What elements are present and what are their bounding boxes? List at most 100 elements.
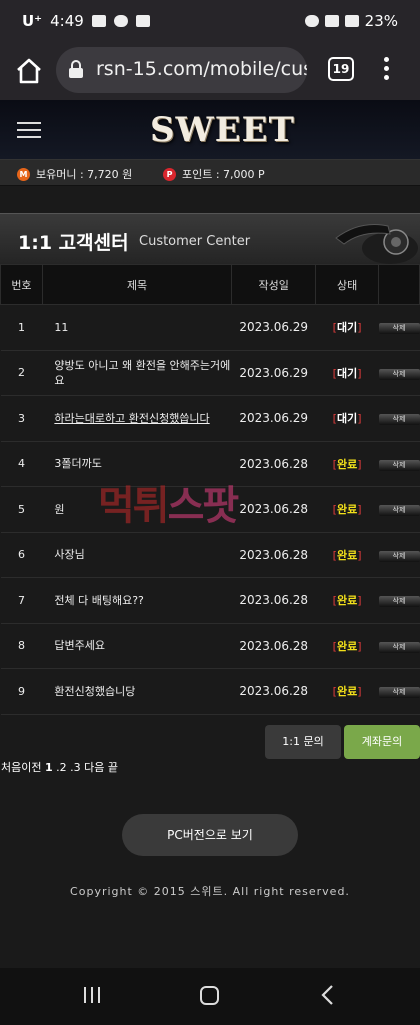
- table-row[interactable]: 1 11 2023.06.29 [대기] 삭제: [0, 304, 420, 351]
- home-button-icon[interactable]: [200, 986, 219, 1005]
- status-badge: 대기: [336, 412, 358, 426]
- delete-button[interactable]: 삭제: [378, 596, 420, 608]
- delete-button[interactable]: 삭제: [378, 368, 420, 380]
- delete-button[interactable]: 삭제: [378, 550, 420, 562]
- row-status: [완료]: [315, 441, 379, 487]
- row-number: 4: [0, 441, 43, 487]
- page-title: 1:1 고객센터: [18, 232, 129, 254]
- android-nav-bar: [0, 968, 420, 1025]
- row-subject[interactable]: 11: [42, 304, 232, 351]
- tab-count-button[interactable]: 19: [328, 57, 354, 81]
- row-number: 1: [0, 304, 43, 351]
- pc-version-button[interactable]: PC버전으로 보기: [122, 814, 298, 856]
- url-field[interactable]: rsn-15.com/mobile/cust: [56, 47, 307, 93]
- status-badge: 완료: [336, 548, 358, 562]
- col-header-num: 번호: [0, 264, 43, 305]
- row-date: 2023.06.28: [231, 441, 316, 487]
- row-status: [완료]: [315, 486, 379, 533]
- row-status: [대기]: [315, 350, 379, 396]
- delete-button[interactable]: 삭제: [378, 687, 420, 699]
- row-status: [대기]: [315, 304, 379, 351]
- row-status: [완료]: [315, 668, 379, 715]
- lock-icon: [69, 60, 83, 78]
- status-badge: 완료: [336, 457, 358, 471]
- row-subject[interactable]: 전체 다 배팅해요??: [42, 577, 232, 624]
- table-row[interactable]: 8 답변주세요 2023.06.28 [완료] 삭제: [0, 623, 420, 669]
- row-date: 2023.06.28: [231, 668, 316, 715]
- alarm-icon: [304, 15, 319, 27]
- row-status: [완료]: [315, 532, 379, 578]
- customer-center-header: 1:1 고객센터 Customer Center: [0, 213, 420, 265]
- status-badge: 완료: [336, 639, 358, 653]
- carrier-label: U⁺: [22, 12, 43, 30]
- status-badge: 완료: [336, 594, 358, 608]
- col-header-delete: [377, 264, 420, 305]
- delete-button[interactable]: 삭제: [378, 641, 420, 653]
- signal-icon: [344, 15, 359, 27]
- row-number: 6: [0, 532, 43, 578]
- col-header-status: 상태: [315, 264, 379, 305]
- money-balance: 보유머니 : 7,720 원: [36, 168, 133, 181]
- copyright: Copyright © 2015 스위트. All right reserved…: [70, 885, 350, 898]
- battery-level: 23%: [364, 12, 398, 30]
- browser-toolbar: rsn-15.com/mobile/cust 19: [0, 44, 420, 100]
- back-icon[interactable]: [318, 984, 338, 1006]
- row-subject[interactable]: 답변주세요: [42, 623, 232, 669]
- pager-next-last[interactable]: 다음 끝: [84, 761, 118, 774]
- status-badge: 완료: [336, 503, 358, 517]
- table-row[interactable]: 7 전체 다 배팅해요?? 2023.06.28 [완료] 삭제: [0, 577, 420, 624]
- row-date: 2023.06.28: [231, 623, 316, 669]
- row-date: 2023.06.28: [231, 532, 316, 578]
- status-badge: 대기: [336, 321, 358, 335]
- pagination: 처음이전 1 .2 .3 다음 끝: [1, 759, 118, 775]
- status-bar: U⁺ 4:49 23%: [0, 0, 420, 44]
- account-inquiry-button[interactable]: 계좌문의: [344, 725, 420, 759]
- row-date: 2023.06.29: [231, 350, 316, 396]
- row-status: [완료]: [315, 577, 379, 624]
- points-icon: P: [163, 167, 176, 181]
- status-badge: 대기: [336, 366, 358, 380]
- pager-page-2[interactable]: .2: [56, 761, 67, 774]
- home-icon[interactable]: [14, 56, 44, 86]
- row-subject[interactable]: 하라는대로하고 환전신청했씁니다: [42, 395, 232, 442]
- page-subtitle: Customer Center: [139, 234, 251, 249]
- pager-first-prev[interactable]: 처음이전: [1, 761, 41, 774]
- row-subject[interactable]: 3폴더까도: [42, 441, 232, 487]
- one-on-one-inquiry-button[interactable]: 1:1 문의: [265, 725, 341, 759]
- pager-page-1[interactable]: 1: [45, 761, 53, 774]
- site-logo[interactable]: SWEET: [150, 110, 295, 150]
- message-icon: [135, 15, 150, 27]
- gallery-icon: [91, 15, 106, 27]
- row-number: 7: [0, 577, 43, 624]
- table-row[interactable]: 9 환전신청했습니당 2023.06.28 [완료] 삭제: [0, 668, 420, 715]
- col-header-date: 작성일: [231, 264, 317, 305]
- browser-menu-icon[interactable]: [384, 57, 390, 83]
- pager-page-3[interactable]: .3: [70, 761, 81, 774]
- row-subject[interactable]: 환전신청했습니당: [42, 668, 232, 715]
- delete-button[interactable]: 삭제: [378, 459, 420, 471]
- table-row[interactable]: 3 하라는대로하고 환전신청했씁니다 2023.06.29 [대기] 삭제: [0, 395, 420, 442]
- row-subject[interactable]: 사장님: [42, 532, 232, 578]
- row-subject[interactable]: 양방도 아니고 왜 환전을 안해주는거에요: [42, 350, 232, 396]
- row-status: [완료]: [315, 623, 379, 669]
- table-row[interactable]: 5 원 2023.06.28 [완료] 삭제: [0, 486, 420, 533]
- table-row[interactable]: 6 사장님 2023.06.28 [완료] 삭제: [0, 532, 420, 578]
- row-status: [대기]: [315, 395, 379, 442]
- row-date: 2023.06.28: [231, 577, 316, 624]
- row-number: 9: [0, 668, 43, 715]
- inquiry-table: 번호 제목 작성일 상태 1 11 2023.06.29 [대기] 삭제 2 양방도 아니고…: [0, 264, 420, 715]
- delete-button[interactable]: 삭제: [378, 323, 420, 335]
- row-subject[interactable]: 원: [42, 486, 232, 533]
- table-row[interactable]: 4 3폴더까도 2023.06.28 [완료] 삭제: [0, 441, 420, 487]
- recent-apps-icon[interactable]: [84, 987, 100, 1003]
- table-row[interactable]: 2 양방도 아니고 왜 환전을 안해주는거에요 2023.06.29 [대기] 삭제: [0, 350, 420, 396]
- site-header: SWEET: [0, 100, 420, 160]
- hamburger-menu-icon[interactable]: [17, 122, 41, 138]
- row-number: 3: [0, 395, 43, 442]
- talk-icon: [113, 15, 128, 27]
- row-date: 2023.06.28: [231, 486, 316, 533]
- delete-button[interactable]: 삭제: [378, 505, 420, 517]
- url-text: rsn-15.com/mobile/cust: [96, 58, 307, 80]
- delete-button[interactable]: 삭제: [378, 414, 420, 426]
- account-bar: M 보유머니 : 7,720 원 P 포인트 : 7,000 P: [0, 160, 420, 186]
